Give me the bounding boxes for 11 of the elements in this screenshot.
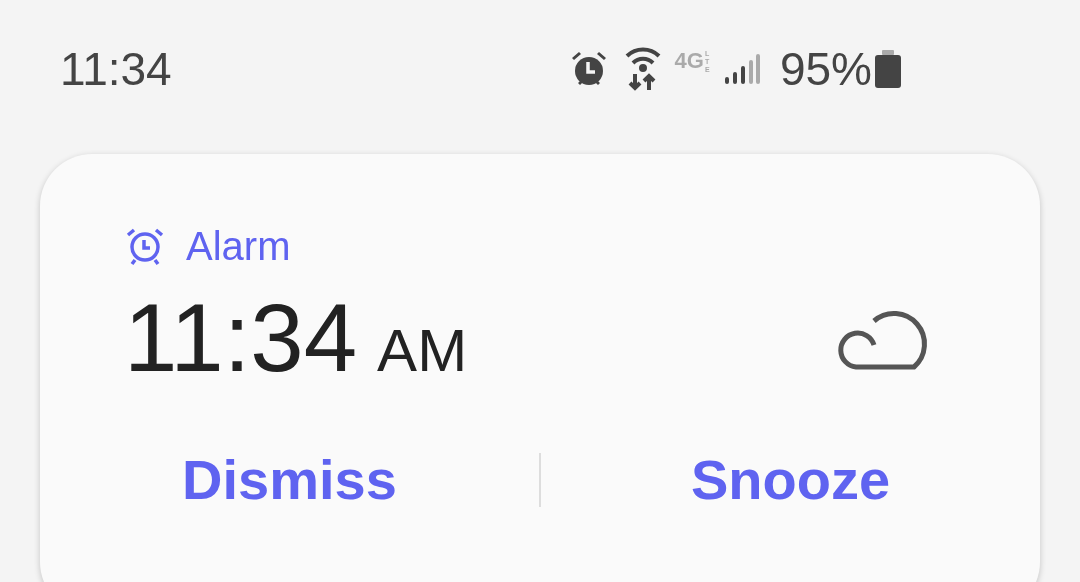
network-type-label: 4G (674, 50, 704, 73)
wifi-icon (624, 46, 661, 92)
battery-icon (874, 50, 902, 88)
action-button[interactable]: Snooze (686, 438, 895, 522)
battery-percentage: 95% (779, 41, 872, 97)
app-name: Alarm (186, 223, 291, 270)
action-button[interactable]: Dismiss (178, 438, 401, 522)
alarm-time: 11:34 (124, 290, 358, 386)
alarm-period: AM (377, 321, 468, 381)
signal-icon (723, 53, 760, 85)
clock-time: 11:34 (60, 41, 172, 97)
